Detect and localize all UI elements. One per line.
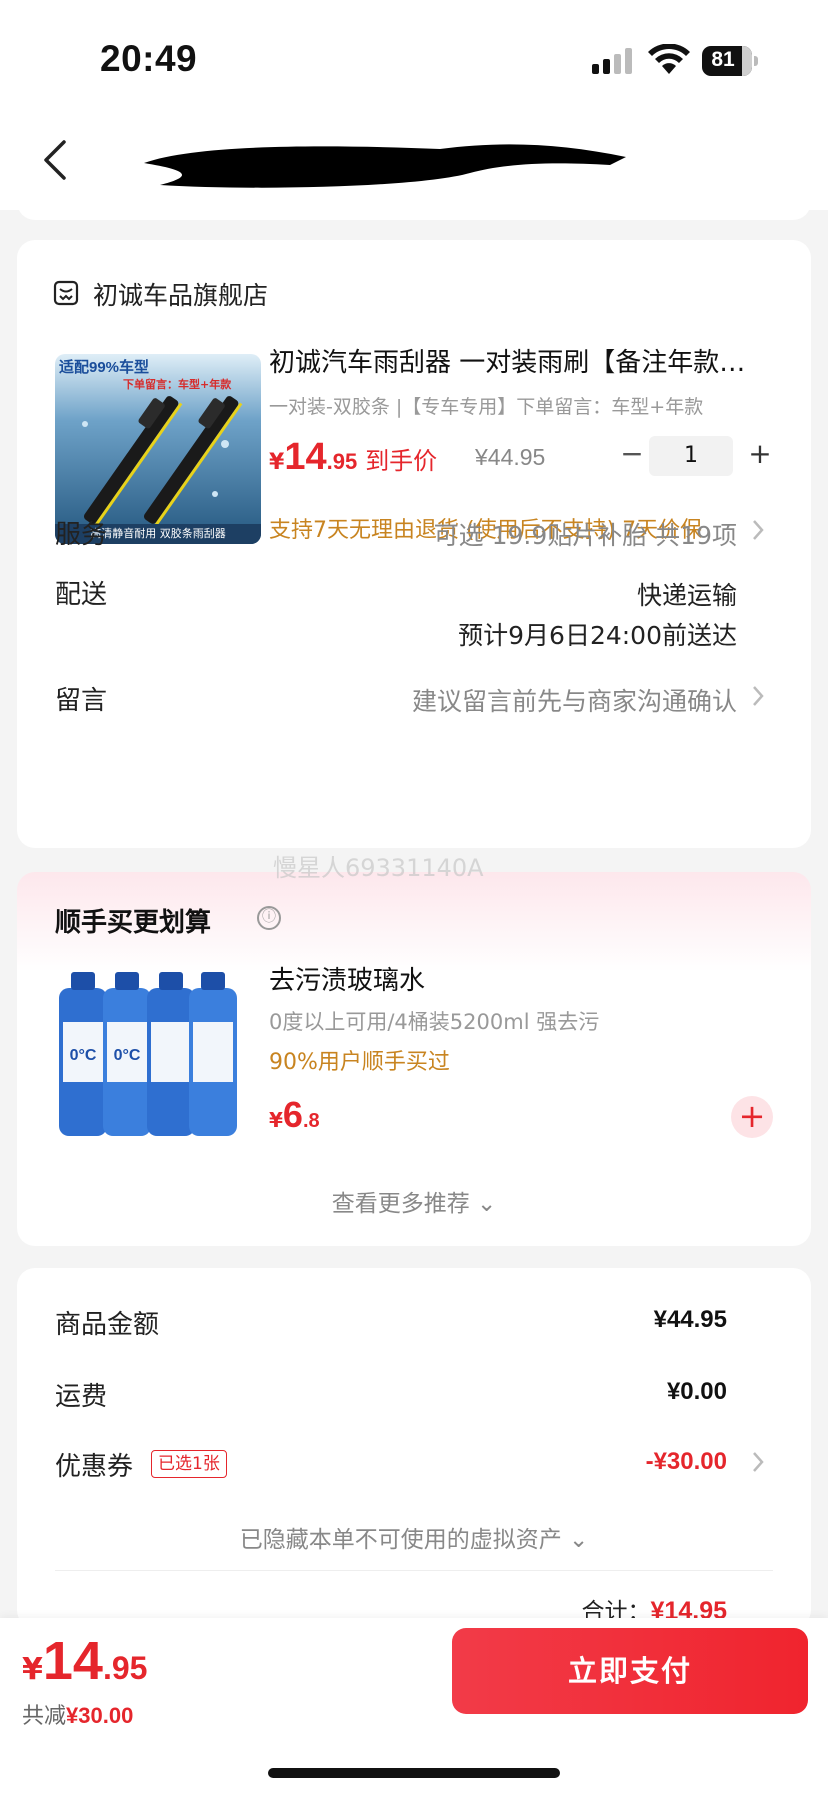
quantity-decrease-button[interactable]: − xyxy=(617,436,647,472)
product-spec[interactable]: 一对装-双胶条 |【专车专用】下单留言：车型+年款 xyxy=(269,392,789,419)
status-time: 20:49 xyxy=(100,38,198,79)
coupon-label: 优惠券 xyxy=(55,1452,134,1482)
service-label: 服务 xyxy=(55,520,108,550)
glass-cleaner-image[interactable]: 0°C 0°C xyxy=(55,960,241,1140)
svg-text:0°C: 0°C xyxy=(114,1047,141,1064)
message-input[interactable]: 建议留言前先与商家沟通确认 xyxy=(412,682,737,718)
final-price: ¥14.95 xyxy=(22,1631,148,1691)
chevron-right-icon[interactable] xyxy=(751,518,765,542)
home-indicator xyxy=(268,1768,560,1778)
battery-level: 81 xyxy=(711,48,735,71)
battery-icon: 81 xyxy=(702,46,758,76)
status-bar: 20:49 81 xyxy=(0,0,828,110)
delivery-label: 配送 xyxy=(55,580,108,610)
chevron-right-icon[interactable] xyxy=(751,1450,765,1474)
add-to-order-button[interactable]: + xyxy=(731,1096,773,1138)
original-price: ¥44.95 xyxy=(475,444,546,470)
shop-name[interactable]: 初诚车品旗舰店 xyxy=(93,276,268,312)
more-recommendations-link[interactable]: 查看更多推荐 ⌄ xyxy=(17,1184,811,1218)
watermark: 慢星人69331140A xyxy=(273,854,484,882)
pay-now-button[interactable]: 立即支付 xyxy=(452,1628,808,1714)
recommend-item-name[interactable]: 去污渍玻璃水 xyxy=(269,960,425,997)
svg-text:0°C: 0°C xyxy=(70,1047,97,1064)
product-title[interactable]: 初诚汽车雨刮器 一对装雨刷【备注年款… xyxy=(269,342,789,379)
price-summary-card: 商品金额 ¥44.95 运费 ¥0.00 优惠券 已选1张 -¥30.00 已隐… xyxy=(17,1268,811,1628)
recommend-item-price: ¥6.8 xyxy=(269,1094,320,1135)
address-card-bottom xyxy=(17,190,811,220)
quantity-increase-button[interactable]: + xyxy=(745,436,775,472)
hidden-assets-toggle[interactable]: 已隐藏本单不可使用的虚拟资产 ⌄ xyxy=(17,1520,811,1554)
recommend-card: 慢星人69331140A 顺手买更划算 ⓘ 0°C 0°C 去污渍玻璃水 0度以… xyxy=(17,854,811,1246)
chevron-right-icon[interactable] xyxy=(751,684,765,708)
delivery-method: 快递运输 xyxy=(636,581,737,610)
image-tag-top: 适配99%车型 xyxy=(59,359,150,376)
service-value[interactable]: 可选 19.9贴片补胎 共19项 xyxy=(434,516,737,552)
message-label: 留言 xyxy=(55,686,108,716)
info-icon[interactable]: ⓘ xyxy=(257,906,281,930)
goods-amount-value: ¥44.95 xyxy=(653,1306,727,1333)
shipping-label: 运费 xyxy=(55,1382,108,1412)
back-arrow-icon[interactable] xyxy=(40,138,70,182)
wifi-icon xyxy=(648,44,690,74)
total-discount: 共减¥30.00 xyxy=(22,1703,134,1729)
goods-amount-label: 商品金额 xyxy=(55,1310,160,1340)
shipping-value: ¥0.00 xyxy=(666,1378,727,1405)
shop-icon xyxy=(53,280,79,306)
redacted-title xyxy=(144,144,626,188)
delivery-eta: 预计9月6日24:00前送达 xyxy=(458,621,737,650)
recommend-item-stat: 90%用户顺手买过 xyxy=(269,1050,450,1075)
recommend-item-desc: 0度以上可用/4桶装5200ml 强去污 xyxy=(269,1010,600,1034)
checkout-bar: ¥14.95 共减¥30.00 立即支付 xyxy=(0,1618,828,1796)
quantity-input[interactable]: 1 xyxy=(649,436,733,476)
divider xyxy=(55,1570,773,1571)
coupon-selected-badge: 已选1张 xyxy=(151,1450,227,1478)
coupon-value[interactable]: -¥30.00 xyxy=(646,1448,727,1476)
order-card: 初诚车品旗舰店 适配99%车型 下单留言：车型+年款 高清静音耐用 双胶条雨刮器… xyxy=(17,240,811,848)
recommend-title: 顺手买更划算 xyxy=(55,908,212,938)
wiper-blades-illustration xyxy=(82,396,243,524)
cellular-signal-icon xyxy=(592,48,632,74)
product-price: ¥14.95 到手价 xyxy=(269,436,438,478)
